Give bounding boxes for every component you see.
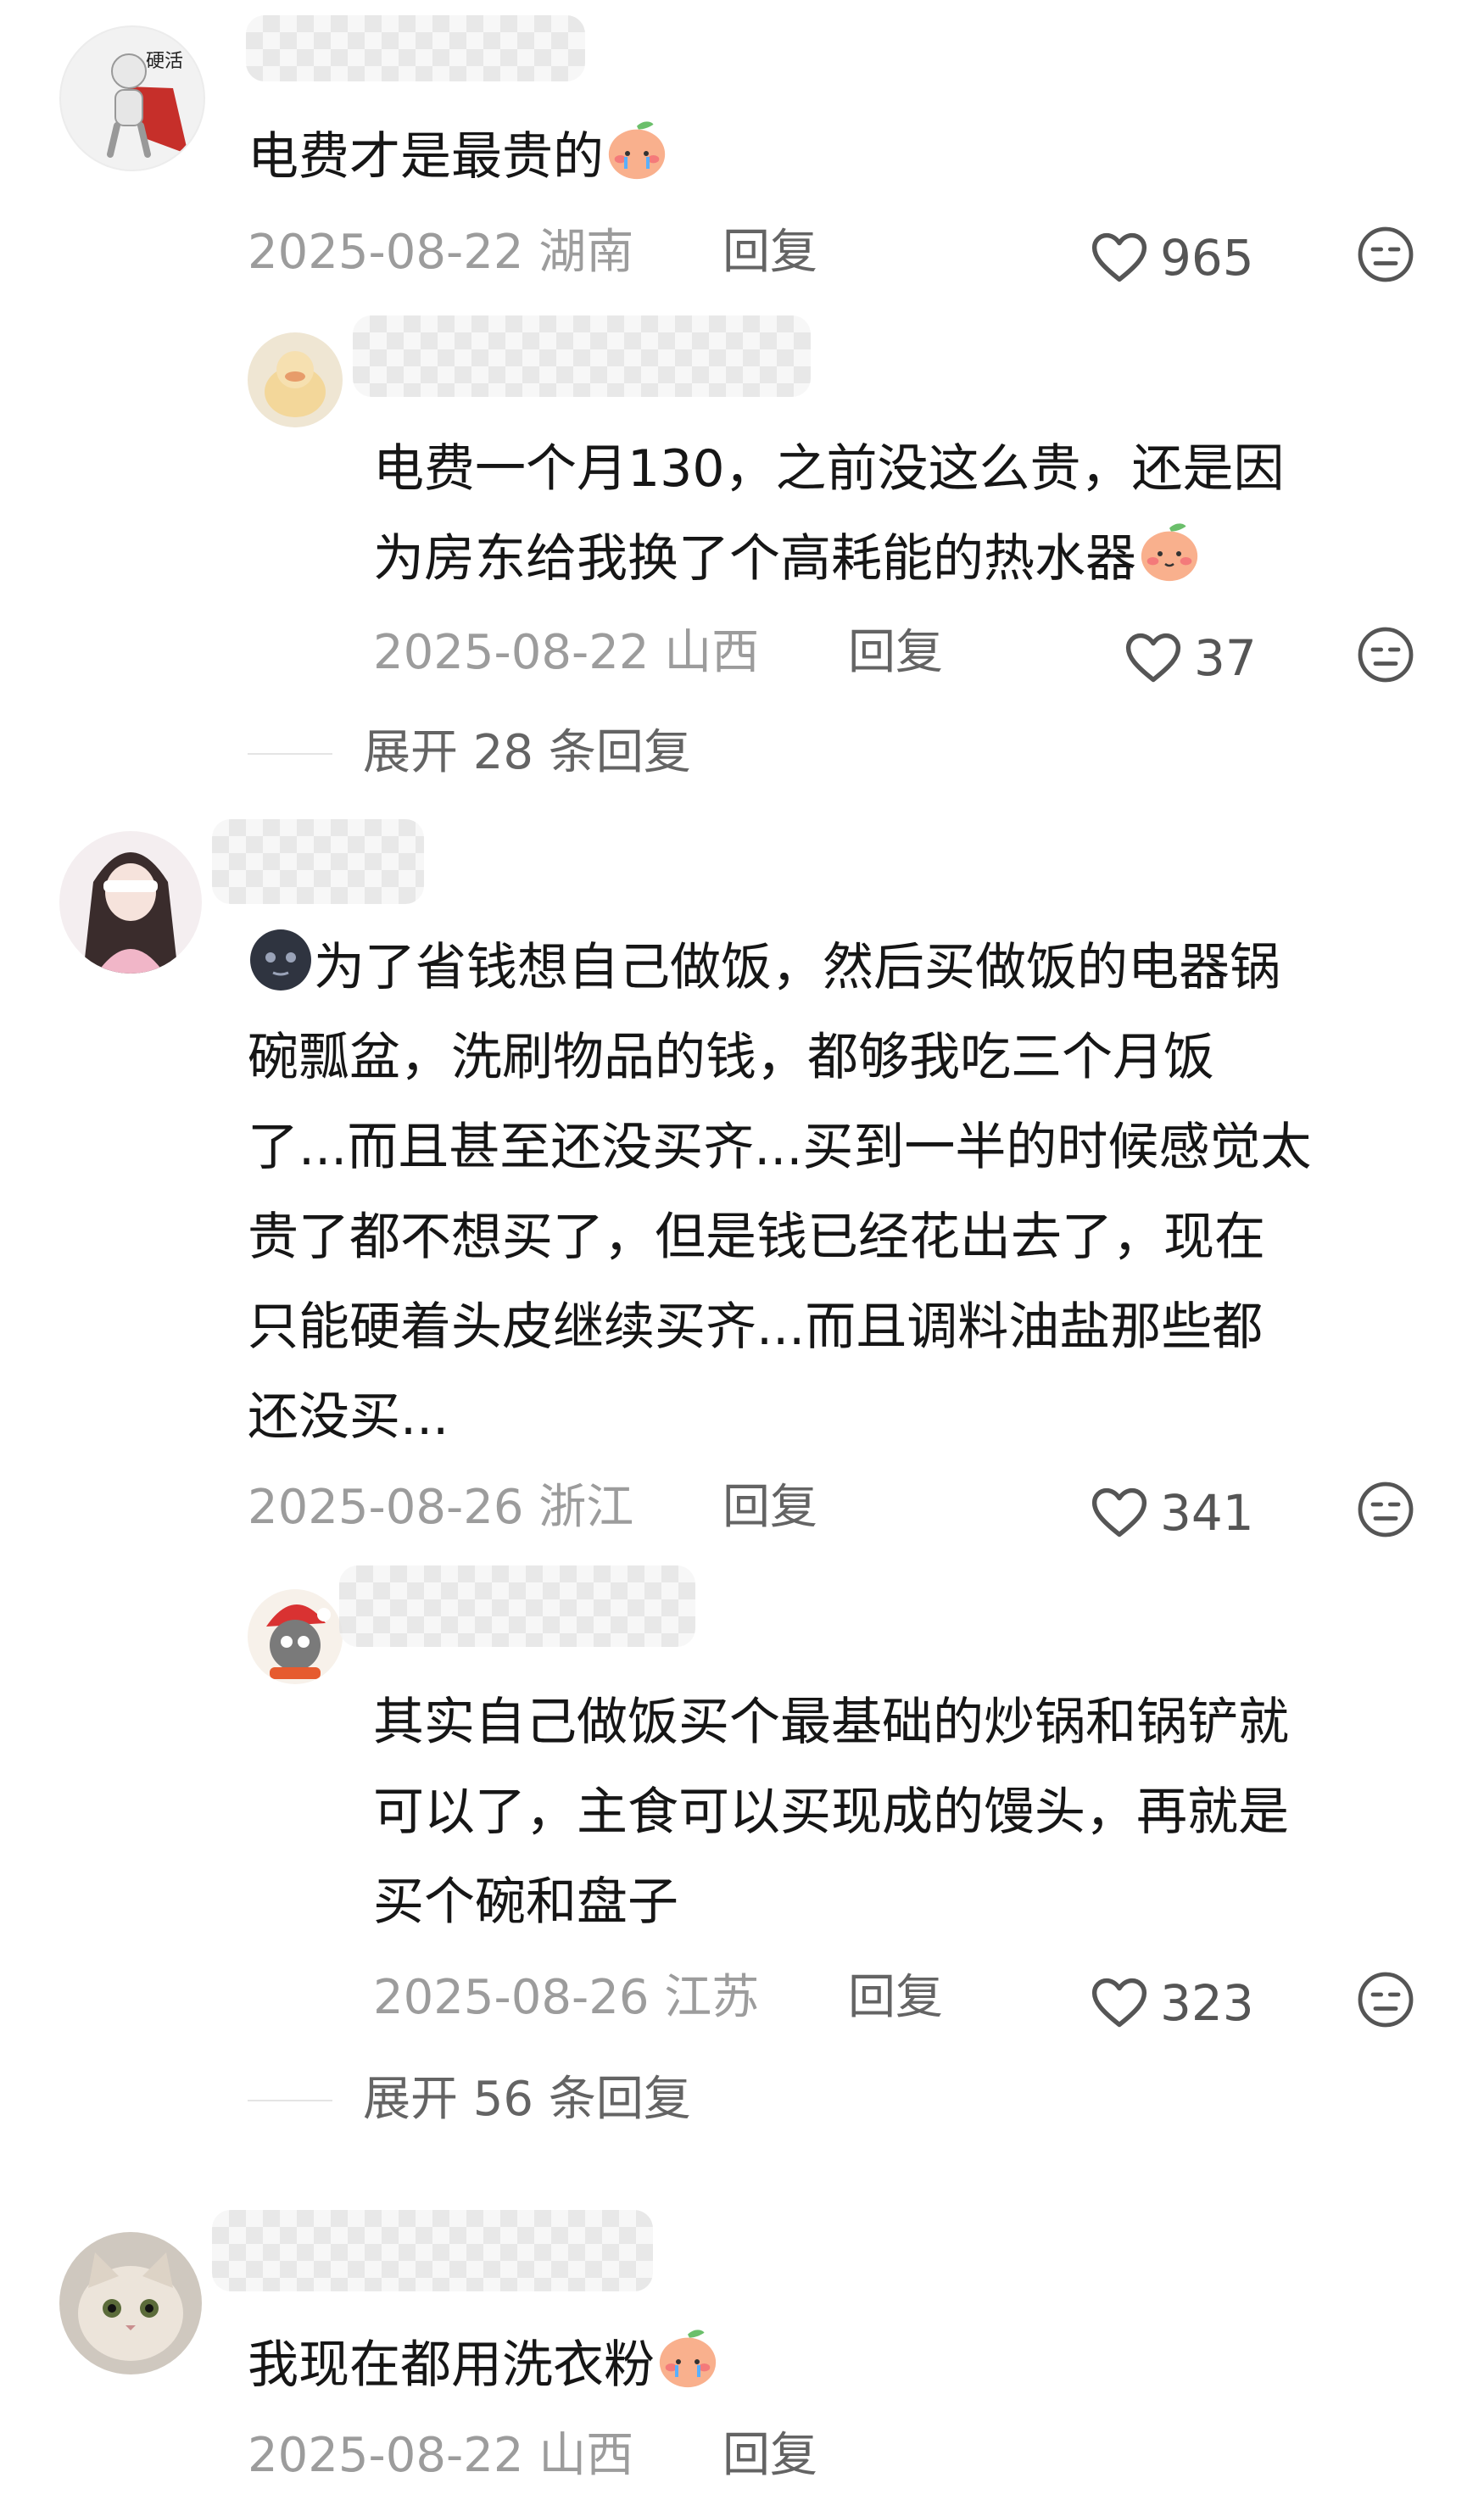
dark-moon-face-emoji — [250, 929, 311, 991]
expand-replies-button[interactable]: 展开 28 条回复 — [363, 728, 691, 778]
crying-peach-emoji — [604, 116, 670, 182]
reply-avatar[interactable] — [248, 332, 343, 427]
comment-date: 2025-08-22 — [248, 225, 524, 280]
comment-date: 2025-08-26 — [248, 1480, 524, 1535]
comment-text: 为了省钱想自己做饭，然后买做饭的电器锅 碗瓢盆，洗刷物品的钱，都够我吃三个月饭 … — [248, 923, 1311, 1462]
meh-face-icon[interactable] — [1355, 624, 1416, 685]
reply-date: 2025-08-22 — [373, 625, 650, 680]
reply-text-line: 可以了，主食可以买现成的馒头，再就是 — [373, 1783, 1289, 1842]
comment-text-line: 了...而且甚至还没买齐...买到一半的时候感觉太 — [248, 1118, 1312, 1177]
avatar[interactable] — [59, 831, 202, 974]
reply-text-line: 买个碗和盘子 — [373, 1872, 678, 1932]
expand-divider — [248, 753, 332, 755]
crying-peach-emoji — [655, 2324, 721, 2391]
reply-button[interactable]: 回复 — [722, 2430, 817, 2481]
reply-button[interactable]: 回复 — [722, 227, 817, 278]
avatar-cat-santa-icon — [266, 1604, 331, 1679]
reply-text: 电费一个月130，之前没这么贵，还是因 为房东给我换了个高耗能的热水器 — [373, 424, 1285, 604]
comment-meta: 2025-08-22 湖南 — [248, 227, 633, 278]
like-count: 965 — [1160, 229, 1254, 287]
reply-meta: 2025-08-22 山西 — [373, 628, 759, 678]
heart-outline-icon — [1089, 1973, 1150, 2034]
reply-button[interactable]: 回复 — [848, 628, 943, 678]
reply-button[interactable]: 回复 — [848, 1973, 943, 2023]
blushing-peach-emoji — [1136, 518, 1202, 584]
heart-outline-icon — [1089, 227, 1150, 288]
reply-location: 江苏 — [664, 1970, 760, 2025]
avatar-cat-icon — [78, 2252, 183, 2361]
reply-username-redacted — [339, 1565, 695, 1647]
comment-location: 山西 — [538, 2428, 634, 2483]
avatar[interactable] — [59, 2232, 202, 2374]
comment-date: 2025-08-22 — [248, 2428, 524, 2483]
comment-meta: 2025-08-22 山西 — [248, 2430, 633, 2481]
like-count: 341 — [1160, 1484, 1254, 1542]
username-redacted — [212, 2210, 653, 2291]
comment-text: 我现在都用洗衣粉 — [248, 2320, 721, 2410]
avatar-girl-icon — [83, 852, 178, 974]
meh-face-icon[interactable] — [1355, 1479, 1416, 1540]
reply-date: 2025-08-26 — [373, 1970, 650, 2025]
reply-username-redacted — [353, 315, 811, 397]
heart-outline-icon — [1089, 1482, 1150, 1543]
reply-text: 其实自己做饭买个最基础的炒锅和锅铲就 可以了，主食可以买现成的馒头，再就是 买个… — [373, 1677, 1289, 1947]
comment-location: 湖南 — [538, 225, 634, 280]
comment-location: 浙江 — [538, 1480, 634, 1535]
comment-meta: 2025-08-26 浙江 — [248, 1482, 633, 1533]
reply-meta: 2025-08-26 江苏 — [373, 1973, 759, 2023]
reply-avatar[interactable] — [248, 1589, 343, 1684]
meh-face-icon[interactable] — [1355, 224, 1416, 285]
reply-text-line: 其实自己做饭买个最基础的炒锅和锅铲就 — [373, 1693, 1289, 1752]
username-redacted — [212, 819, 424, 904]
like-button[interactable]: 37 — [1123, 628, 1257, 689]
avatar[interactable]: 硬活 — [59, 25, 205, 171]
comment-text: 电费才是最贵的 — [248, 112, 670, 202]
avatar-duck-icon — [265, 351, 326, 417]
comment-text-line: 碗瓢盆，洗刷物品的钱，都够我吃三个月饭 — [248, 1028, 1214, 1087]
comment-text-line: 还没买... — [248, 1387, 449, 1447]
reply-location: 山西 — [664, 625, 760, 680]
expand-divider — [248, 2100, 332, 2101]
like-button[interactable]: 341 — [1089, 1482, 1254, 1543]
comment-text-line: 只能硬着头皮继续买齐...而且调料油盐那些都 — [248, 1297, 1264, 1357]
like-button[interactable]: 965 — [1089, 227, 1254, 288]
username-redacted — [246, 15, 585, 81]
reply-text-line: 为房东给我换了个高耗能的热水器 — [373, 514, 1285, 604]
comment-text-line: 为了省钱想自己做饭，然后买做饭的电器锅 — [248, 923, 1311, 1013]
heart-outline-icon — [1123, 628, 1184, 689]
reply-text-line: 电费一个月130，之前没这么贵，还是因 — [373, 439, 1285, 499]
meh-face-icon[interactable] — [1355, 1969, 1416, 2030]
expand-replies-button[interactable]: 展开 56 条回复 — [363, 2074, 691, 2125]
like-count: 37 — [1194, 629, 1257, 687]
avatar-label: 硬活 — [146, 51, 184, 72]
like-count: 323 — [1160, 1974, 1254, 2032]
reply-button[interactable]: 回复 — [722, 1482, 817, 1533]
like-button[interactable]: 323 — [1089, 1973, 1254, 2034]
comment-text-line: 贵了都不想买了，但是钱已经花出去了，现在 — [248, 1208, 1265, 1267]
